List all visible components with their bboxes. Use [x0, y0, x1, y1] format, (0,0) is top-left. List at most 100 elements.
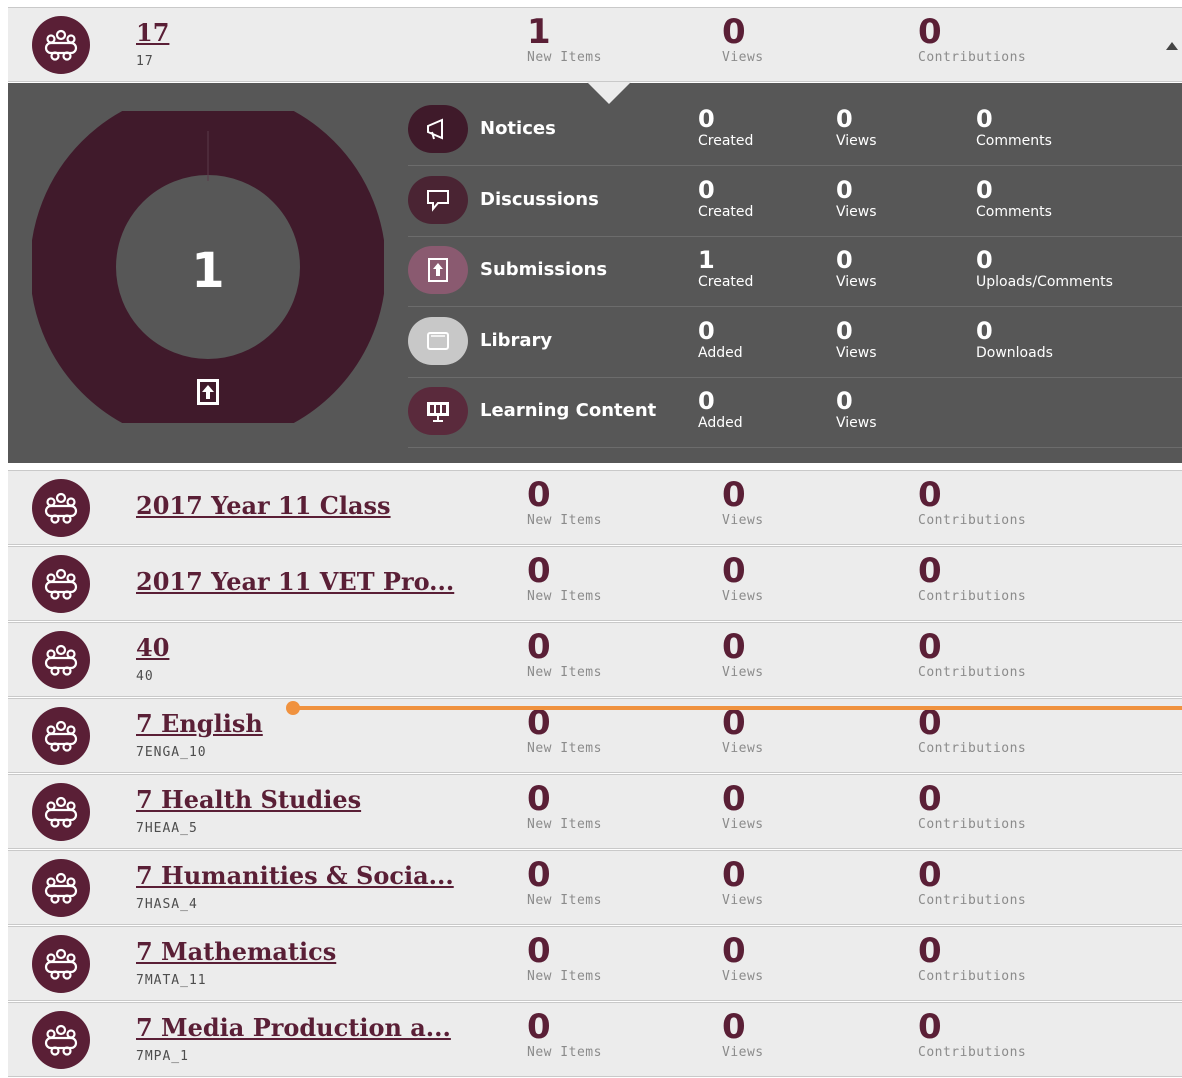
class-title-link[interactable]: 7 Health Studies: [136, 785, 361, 814]
contributions-stat: 0 Contributions: [918, 625, 1026, 680]
class-title-link[interactable]: 40: [136, 633, 169, 662]
new-items-label: New Items: [527, 589, 602, 604]
class-row-expanded[interactable]: 17 17 1 New Items 0 Views 0 Contribution…: [8, 7, 1182, 82]
activity-stat: 0 Uploads/Comments: [976, 246, 1113, 290]
views-count: 0: [722, 627, 746, 667]
activity-stat-label: Views: [836, 344, 877, 361]
class-group-icon[interactable]: [32, 1011, 90, 1069]
new-items-count: 0: [527, 475, 551, 515]
views-label: Views: [722, 665, 764, 680]
class-row[interactable]: 7 Media Production a... 7MPA_1 0 New Ite…: [8, 1002, 1182, 1077]
class-row[interactable]: 7 Health Studies 7HEAA_5 0 New Items 0 V…: [8, 774, 1182, 849]
class-title-link[interactable]: 7 Humanities & Socia...: [136, 861, 454, 890]
contributions-stat: 0 Contributions: [918, 549, 1026, 604]
contributions-count: 0: [918, 475, 942, 515]
activity-stat-count: 0: [976, 246, 993, 274]
activity-stat-label: Created: [698, 133, 754, 149]
new-items-label: New Items: [527, 817, 602, 832]
contributions-label: Contributions: [918, 741, 1027, 756]
new-items-label: New Items: [527, 665, 602, 680]
activity-stat-count: 0: [698, 316, 715, 345]
class-title-link[interactable]: 2017 Year 11 Class: [136, 491, 391, 520]
views-count: 0: [722, 931, 746, 971]
class-row[interactable]: 7 Mathematics 7MATA_11 0 New Items 0 Vie…: [8, 926, 1182, 1001]
activity-stat-count: 0: [836, 105, 853, 133]
class-row[interactable]: 2017 Year 11 VET Pro... 0 New Items 0 Vi…: [8, 546, 1182, 621]
class-group-icon[interactable]: [32, 479, 90, 537]
upload-document-icon: [408, 246, 468, 294]
new-items-count: 1: [527, 12, 551, 52]
activity-stat-count: 0: [976, 316, 993, 345]
new-items-count: 0: [527, 551, 551, 591]
class-title-link[interactable]: 7 Mathematics: [136, 937, 336, 966]
annotation-line: [292, 706, 1182, 710]
views-label: Views: [722, 817, 764, 832]
activity-label: Submissions: [480, 259, 608, 280]
contributions-label: Contributions: [918, 513, 1027, 528]
activity-stat: 0 Views: [836, 317, 877, 361]
contributions-count: 0: [918, 779, 942, 819]
activity-stat: 0 Views: [836, 176, 877, 220]
class-title-link[interactable]: 2017 Year 11 VET Pro...: [136, 567, 454, 596]
activity-stat-label: Views: [836, 133, 877, 149]
activity-row-submissions[interactable]: Submissions 1 Created 0 Views 0 Uploads/…: [408, 236, 1182, 307]
activity-row-notices[interactable]: Notices 0 Created 0 Views 0 Comments: [408, 95, 1182, 166]
activity-stat-label: Comments: [976, 133, 1052, 149]
contributions-stat: 0 Contributions: [918, 929, 1026, 984]
activity-row-discussions[interactable]: Discussions 0 Created 0 Views 0 Comments: [408, 166, 1182, 237]
activity-stat-count: 0: [836, 175, 853, 204]
views-stat: 0 Views: [722, 10, 764, 65]
activity-stat-label: Added: [698, 344, 743, 361]
activity-stat-count: 0: [698, 387, 715, 415]
activity-label: Learning Content: [480, 400, 657, 421]
class-title-link[interactable]: 7 English: [136, 709, 263, 738]
class-title-link[interactable]: 7 Media Production a...: [136, 1013, 451, 1042]
new-items-count: 0: [527, 855, 551, 895]
megaphone-icon: [408, 105, 468, 153]
class-code: 17: [136, 54, 154, 69]
views-count: 0: [722, 475, 746, 515]
class-code: 7ENGA_10: [136, 745, 207, 760]
views-label: Views: [722, 1045, 764, 1060]
contributions-label: Contributions: [918, 969, 1027, 984]
contributions-count: 0: [918, 855, 942, 895]
views-label: Views: [722, 513, 764, 528]
views-count: 0: [722, 12, 746, 52]
activity-stat-label: Uploads/Comments: [976, 274, 1113, 290]
class-group-icon[interactable]: [32, 16, 90, 74]
activity-stat: 0 Views: [836, 105, 877, 149]
activity-row-library[interactable]: Library 0 Added 0 Views 0 Downloads: [408, 307, 1182, 378]
activity-stat: 0 Created: [698, 105, 753, 149]
class-code: 7MPA_1: [136, 1049, 189, 1064]
class-group-icon[interactable]: [32, 859, 90, 917]
new-items-label: New Items: [527, 1045, 602, 1060]
views-stat: 0 Views: [722, 625, 764, 680]
class-code: 7HASA_4: [136, 897, 198, 912]
class-title-link[interactable]: 17: [136, 18, 169, 47]
activity-stat: 0 Created: [698, 176, 753, 220]
activity-stat: 0 Views: [836, 387, 877, 431]
class-group-icon[interactable]: [32, 631, 90, 689]
views-stat: 0 Views: [722, 929, 764, 984]
views-label: Views: [722, 893, 764, 908]
class-row[interactable]: 40 40 0 New Items 0 Views 0 Contribution…: [8, 622, 1182, 697]
contributions-label: Contributions: [918, 665, 1027, 680]
class-code: 40: [136, 669, 154, 684]
activity-donut-chart: 1: [32, 111, 384, 423]
activity-stat: 0 Added: [698, 317, 743, 361]
activity-stat-label: Created: [698, 203, 754, 220]
class-group-icon[interactable]: [32, 555, 90, 613]
views-stat: 0 Views: [722, 1005, 764, 1060]
folder-icon: [408, 316, 468, 365]
activity-row-learning-content[interactable]: Learning Content 0 Added 0 Views: [408, 377, 1182, 448]
class-group-icon[interactable]: [32, 783, 90, 841]
views-stat: 0 Views: [722, 853, 764, 908]
class-group-icon[interactable]: [32, 707, 90, 765]
caret-up-icon[interactable]: [1166, 42, 1178, 50]
class-detail-panel: 1 Notices 0 Created 0 Views 0 Comments D…: [8, 82, 1182, 463]
class-group-icon[interactable]: [32, 935, 90, 993]
class-row[interactable]: 7 Humanities & Socia... 7HASA_4 0 New It…: [8, 850, 1182, 925]
class-row[interactable]: 2017 Year 11 Class 0 New Items 0 Views 0…: [8, 470, 1182, 545]
views-stat: 0 Views: [722, 473, 764, 528]
views-label: Views: [722, 589, 764, 604]
